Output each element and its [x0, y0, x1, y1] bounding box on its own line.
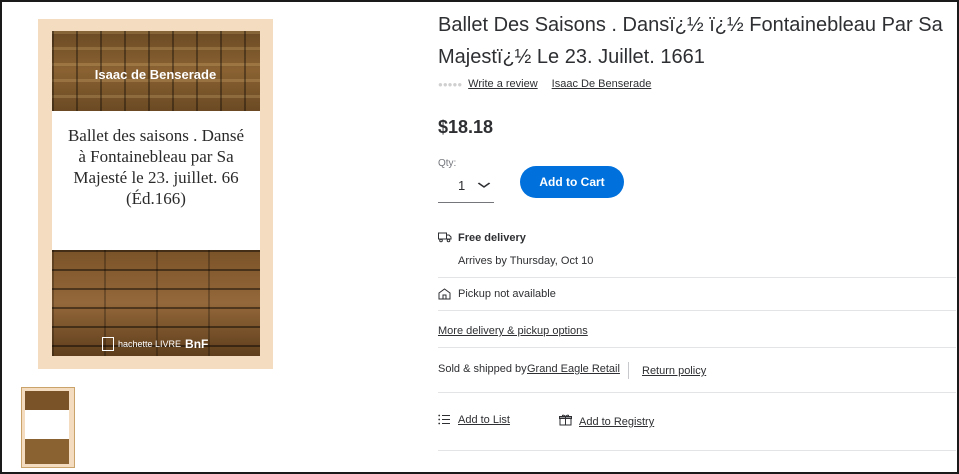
more-delivery-options-link[interactable]: More delivery & pickup options — [438, 325, 588, 337]
rating-row: ●●●●● Write a review Isaac De Benserade — [438, 78, 665, 90]
add-to-cart-button[interactable]: Add to Cart — [520, 166, 624, 198]
divider — [438, 450, 956, 451]
add-to-registry-link[interactable]: Add to Registry — [579, 416, 654, 428]
truck-icon — [438, 232, 452, 244]
write-review-link[interactable]: Write a review — [468, 78, 537, 90]
library-name: BnF — [185, 337, 209, 351]
cover-title-line: à Fontainebleau par Sa — [78, 147, 234, 166]
sold-by-label: Sold & shipped by — [438, 363, 527, 375]
separator — [628, 362, 629, 379]
rating-stars-icon: ●●●●● — [438, 79, 463, 89]
return-policy-link[interactable]: Return policy — [642, 365, 706, 377]
divider — [438, 392, 956, 393]
thumbnail-bottom — [25, 439, 69, 464]
cover-title-line: Ballet des saisons . Dansé — [67, 126, 245, 145]
list-icon — [438, 414, 452, 426]
cover-title-line: (Éd.166) — [126, 189, 186, 208]
cover-author: Isaac de Benserade — [94, 67, 217, 82]
divider — [438, 310, 956, 311]
product-thumbnail[interactable] — [21, 387, 75, 468]
add-to-list-link[interactable]: Add to List — [458, 414, 510, 426]
pickup-status: Pickup not available — [458, 288, 556, 300]
free-delivery-label: Free delivery — [458, 232, 526, 244]
product-image[interactable]: Isaac de Benserade Ballet des saisons . … — [38, 19, 273, 369]
divider — [438, 347, 956, 348]
author-link[interactable]: Isaac De Benserade — [552, 78, 652, 90]
store-icon — [438, 288, 452, 300]
publisher-name: hachette LIVRE — [118, 339, 182, 349]
gift-icon — [559, 414, 573, 426]
seller-link[interactable]: Grand Eagle Retail — [527, 363, 620, 375]
arrival-date: Arrives by Thursday, Oct 10 — [458, 255, 594, 267]
product-price: $18.18 — [438, 117, 494, 137]
product-title: Ballet Des Saisons . Dansï¿½ ï¿½ Fontain… — [438, 14, 943, 68]
cover-title: Ballet des saisons . Dansé à Fontaineble… — [52, 111, 260, 209]
cover-title-line: Majesté le 23. juillet. 66 — [73, 168, 239, 187]
divider — [438, 277, 956, 278]
publisher-logo: hachette LIVRE BnF — [102, 337, 208, 351]
quantity-select[interactable]: 1 — [438, 168, 494, 203]
thumbnail-top — [25, 391, 69, 410]
hachette-logo-icon — [102, 337, 114, 351]
quantity-value: 1 — [458, 177, 466, 193]
thumbnail-title-area — [25, 410, 69, 439]
cover-title-box: Ballet des saisons . Dansé à Fontaineble… — [52, 111, 260, 250]
chevron-down-icon — [477, 178, 491, 192]
